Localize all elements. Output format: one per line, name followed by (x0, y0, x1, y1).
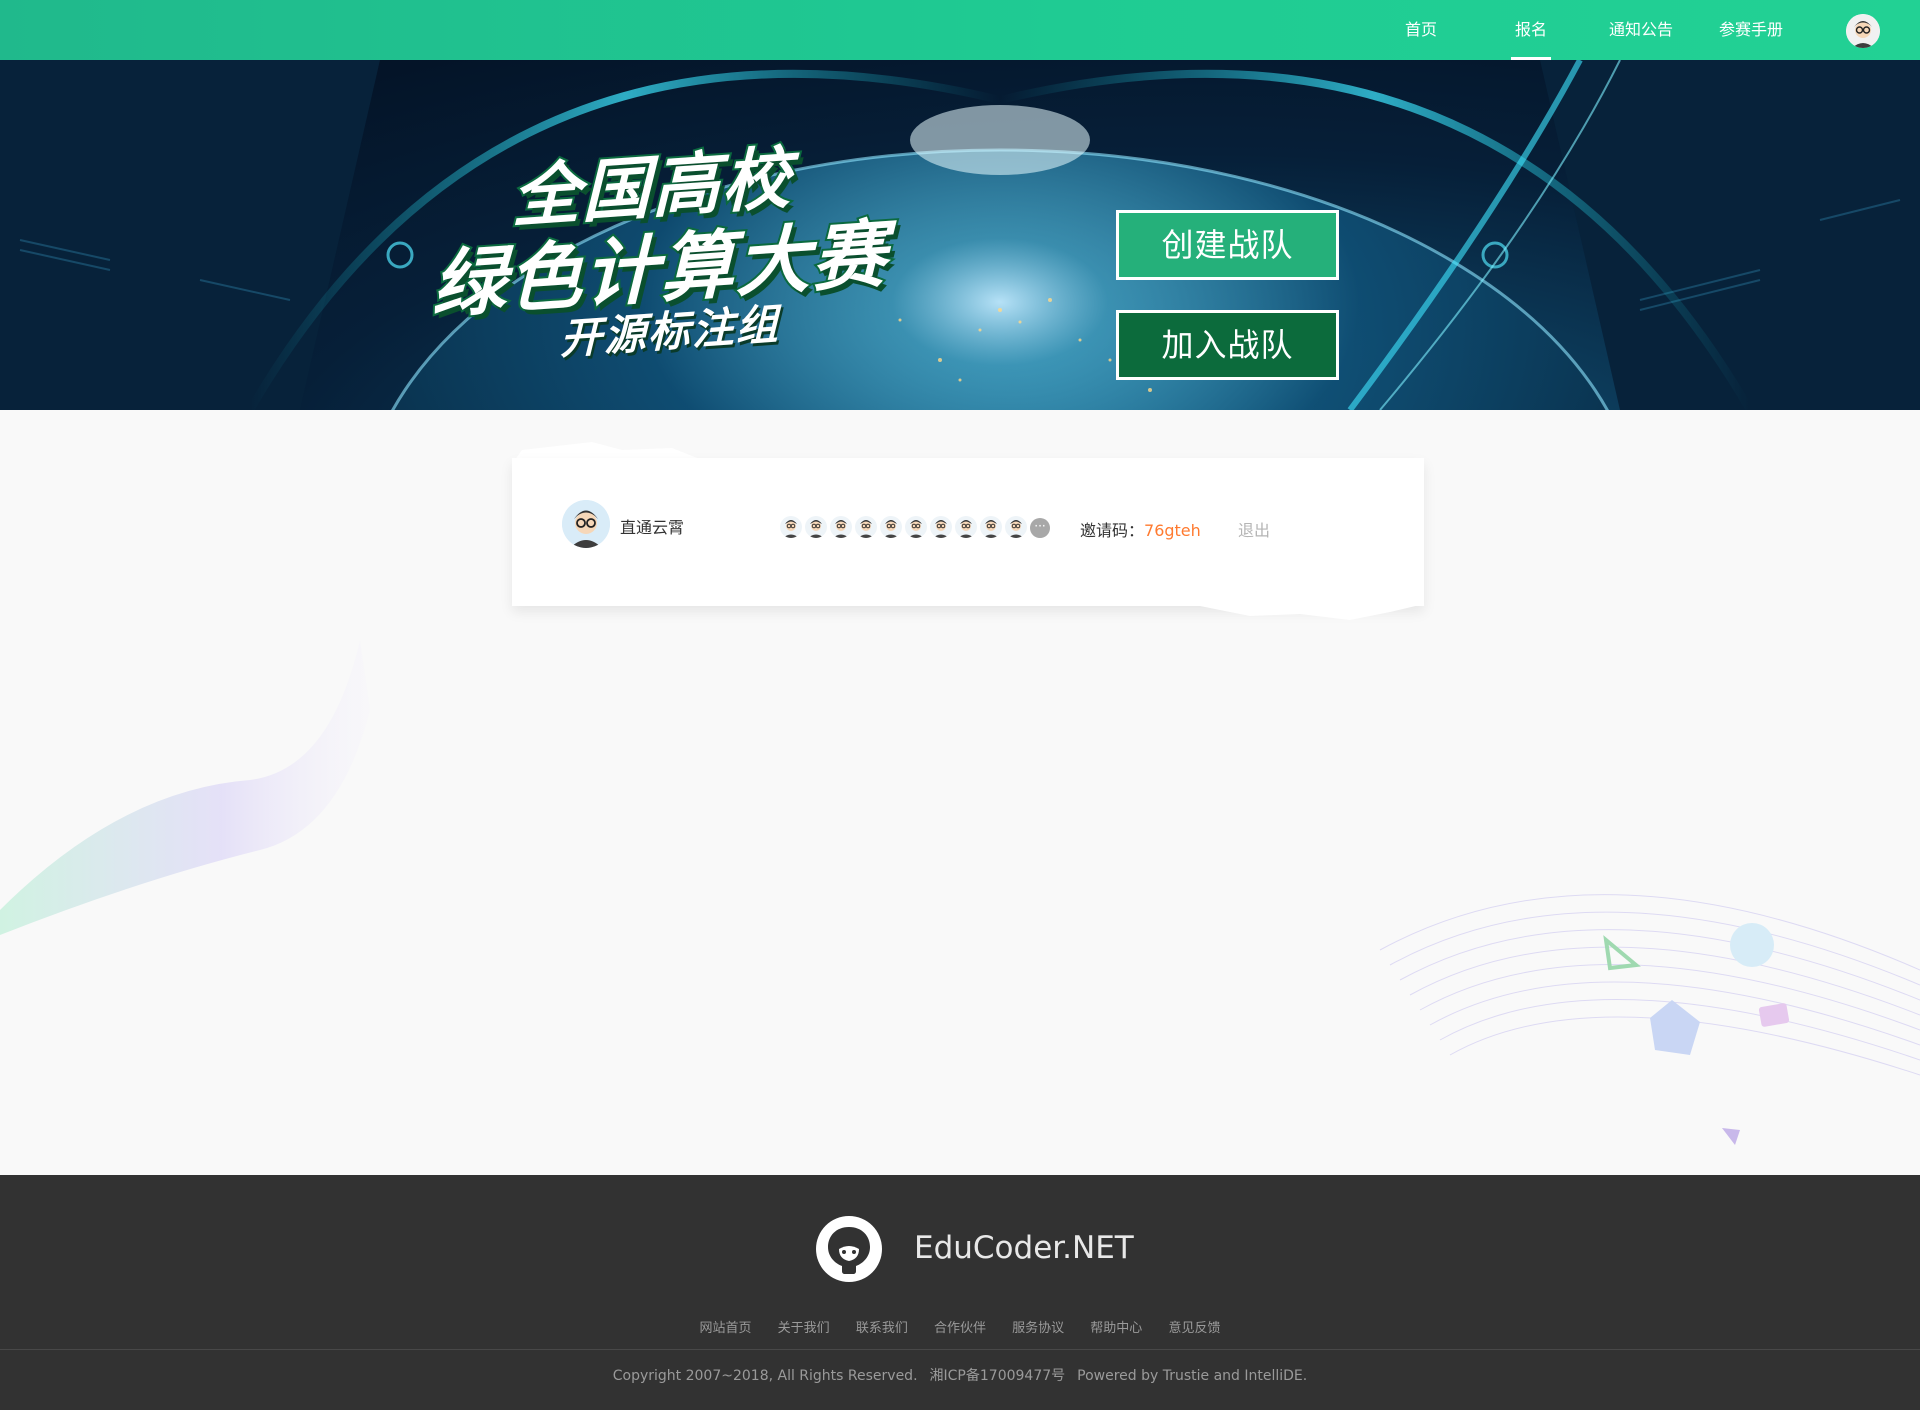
top-navbar: 首页 报名 通知公告 参赛手册 (0, 0, 1920, 60)
leader-avatar-icon (562, 500, 610, 548)
powered-by-text: Powered by Trustie and IntelliDE. (1077, 1368, 1308, 1384)
join-team-button[interactable]: 加入战队 (1116, 310, 1339, 380)
footer-copyright: Copyright 2007~2018, All Rights Reserved… (0, 1365, 1920, 1385)
footer-links: 网站首页 关于我们 联系我们 合作伙伴 服务协议 帮助中心 意见反馈 (0, 1317, 1920, 1336)
footer-link-about[interactable]: 关于我们 (778, 1321, 830, 1336)
invite-code-row: 邀请码：76gteh (1080, 517, 1201, 541)
member-avatar-icon[interactable] (1005, 516, 1027, 538)
card-torn-edge-bottom (1100, 600, 1424, 620)
footer-link-feedback[interactable]: 意见反馈 (1168, 1321, 1220, 1336)
member-avatar-icon[interactable] (805, 516, 827, 538)
icp-link[interactable]: 湘ICP备17009477号 (930, 1368, 1066, 1384)
member-avatar-icon[interactable] (905, 516, 927, 538)
invite-code-value: 76gteh (1144, 521, 1201, 540)
invite-code-label: 邀请码： (1080, 521, 1145, 540)
hero-banner: 全国高校 绿色计算大赛 开源标注组 创建战队 加入战队 (0, 60, 1920, 410)
banner-background-art (0, 60, 1920, 410)
team-card: 直通云霄 ··· 邀请码：76gteh 退出 (512, 458, 1424, 606)
member-avatar-icon[interactable] (780, 516, 802, 538)
copyright-text: Copyright 2007~2018, All Rights Reserved… (612, 1368, 918, 1384)
create-team-button[interactable]: 创建战队 (1116, 210, 1339, 280)
footer: EduCoder.NET 网站首页 关于我们 联系我们 合作伙伴 服务协议 帮助… (0, 1175, 1920, 1410)
footer-link-partners[interactable]: 合作伙伴 (934, 1321, 986, 1336)
footer-divider (0, 1349, 1920, 1350)
member-avatar-icon[interactable] (980, 516, 1002, 538)
github-logo-icon (816, 1216, 882, 1282)
member-avatar-icon[interactable] (855, 516, 877, 538)
footer-link-home[interactable]: 网站首页 (700, 1321, 752, 1336)
nav-item-home[interactable]: 首页 (1398, 0, 1444, 60)
nav-item-manual[interactable]: 参赛手册 (1713, 0, 1789, 60)
user-avatar-icon[interactable] (1846, 14, 1880, 48)
footer-link-help[interactable]: 帮助中心 (1090, 1321, 1142, 1336)
member-avatar-icon[interactable] (930, 516, 952, 538)
footer-brand: EduCoder.NET (914, 1230, 1134, 1266)
footer-link-contact[interactable]: 联系我们 (856, 1321, 908, 1336)
nav-item-register[interactable]: 报名 (1508, 0, 1554, 60)
logout-link[interactable]: 退出 (1238, 517, 1270, 541)
footer-link-terms[interactable]: 服务协议 (1012, 1321, 1064, 1336)
member-avatar-icon[interactable] (955, 516, 977, 538)
member-avatar-icon[interactable] (880, 516, 902, 538)
more-members-button[interactable]: ··· (1030, 518, 1050, 538)
team-leader-name: 直通云霄 (620, 518, 685, 537)
member-avatar-icon[interactable] (830, 516, 852, 538)
nav-item-notices[interactable]: 通知公告 (1603, 0, 1679, 60)
